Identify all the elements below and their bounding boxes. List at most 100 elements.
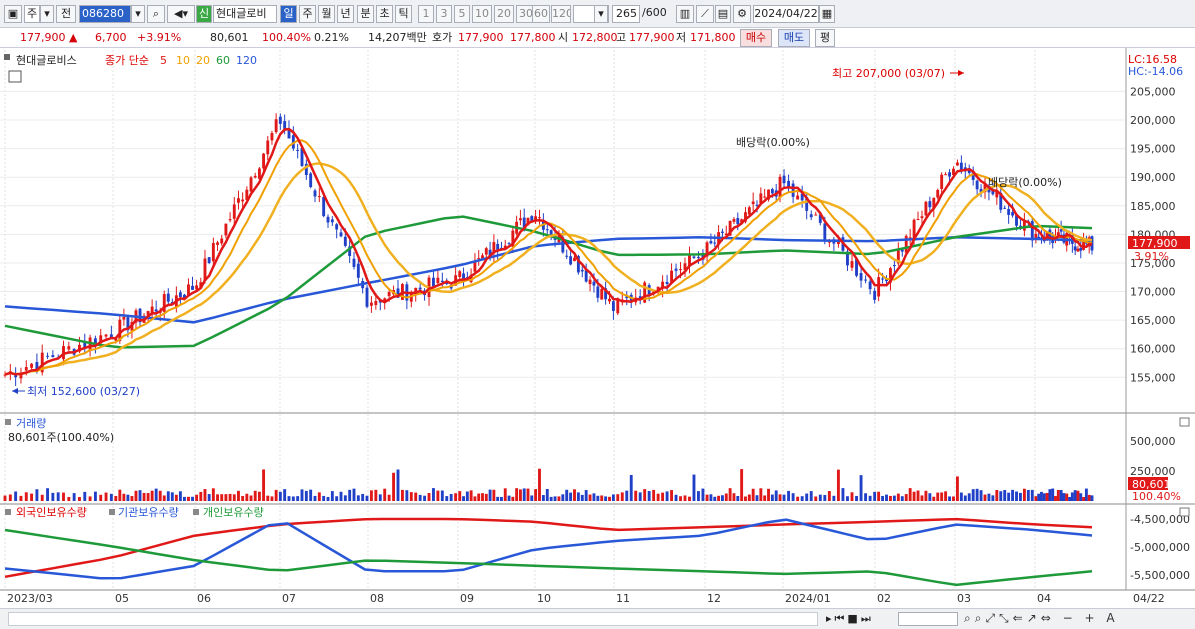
volume-bar	[846, 496, 849, 501]
legend-institution: 기관보유수량	[118, 506, 179, 519]
volume-bar	[51, 492, 55, 501]
volume-bar	[530, 495, 534, 501]
candle-body	[339, 232, 343, 237]
volume-bar	[656, 493, 660, 501]
volume-bar	[904, 494, 908, 501]
volume-bar	[859, 475, 863, 501]
volume-bar	[634, 490, 638, 501]
price-tick: 160,000	[1130, 343, 1176, 356]
volume-bar	[462, 496, 465, 501]
candle-body	[216, 242, 219, 245]
date-tick: 03	[957, 592, 971, 605]
candle-body	[154, 309, 158, 312]
volume-bar	[253, 490, 257, 501]
volume-bar	[1059, 490, 1063, 501]
volume-bar	[569, 492, 573, 501]
volume-bar	[896, 493, 900, 501]
data-table-icon[interactable]	[8, 70, 22, 83]
panel-close-icon[interactable]	[1179, 507, 1190, 517]
ma-label: 종가 단순	[105, 54, 149, 67]
volume-bar	[665, 491, 669, 501]
legend-marker	[4, 54, 10, 60]
volume-bar	[955, 476, 959, 501]
nav-arrows[interactable]: ▸⏮■⏭	[826, 612, 892, 626]
candle-body	[814, 214, 818, 216]
volume-bar	[454, 493, 458, 501]
volume-bar	[616, 494, 620, 501]
candle-body	[232, 204, 236, 219]
volume-bar	[118, 489, 122, 501]
volume-bar	[692, 474, 696, 501]
volume-bar	[369, 490, 373, 501]
volume-bar	[928, 493, 932, 501]
volume-bar	[339, 491, 343, 501]
candle-body	[787, 180, 791, 187]
volume-bar	[877, 491, 881, 501]
zoom-buttons[interactable]: ⌕⌕⤢⤡⇐↗⇔ − + A	[964, 611, 1189, 627]
candle-body	[104, 334, 108, 337]
candle-body	[584, 270, 588, 282]
volume-bar	[561, 494, 565, 501]
candle-body	[573, 257, 576, 262]
volume-bar	[1022, 488, 1026, 501]
zoom-track[interactable]	[898, 612, 958, 626]
candle-body	[507, 242, 511, 244]
volume-bar	[1037, 493, 1041, 501]
volume-bar	[1019, 492, 1022, 501]
volume-bar	[469, 490, 473, 501]
legend-individual: 개인보유수량	[203, 506, 264, 519]
candle-body	[569, 256, 573, 265]
chart-title: 현대글로비스	[16, 54, 77, 67]
volume-bar	[245, 493, 249, 501]
candle-body	[796, 195, 800, 200]
candle-body	[313, 190, 317, 197]
legend-marker	[5, 509, 11, 515]
volume-bar	[755, 495, 759, 501]
volume-bar	[154, 488, 158, 501]
volume-bar	[361, 493, 365, 501]
candle-body	[296, 149, 300, 151]
volume-bar	[207, 494, 211, 501]
volume-bar	[1056, 489, 1060, 501]
legend-marker	[5, 419, 11, 425]
volume-bar	[1003, 490, 1007, 501]
volume-bar	[203, 489, 207, 501]
volume-bar	[178, 491, 182, 501]
candle-body	[270, 133, 274, 141]
candle-body	[975, 180, 979, 190]
volume-bar	[971, 489, 975, 501]
volume-bar	[257, 491, 261, 501]
volume-bar	[592, 493, 596, 501]
volume-bar	[195, 494, 199, 501]
volume-bar	[187, 496, 190, 501]
volume-bar	[534, 489, 538, 501]
volume-bar	[818, 494, 822, 501]
candle-body	[859, 272, 863, 281]
panel-close-icon[interactable]	[1179, 417, 1190, 427]
candle-body	[611, 301, 615, 311]
volume-bar	[191, 496, 194, 501]
volume-bar	[791, 493, 795, 501]
volume-bar	[952, 496, 955, 501]
volume-bar	[484, 493, 488, 501]
volume-bar	[736, 495, 740, 501]
candle-body	[928, 201, 932, 208]
candle-body	[30, 363, 34, 368]
candle-body	[24, 367, 28, 371]
volume-bar	[473, 496, 477, 501]
ma60-legend: 60	[216, 54, 230, 67]
candle-body	[709, 241, 713, 244]
candle-body	[224, 223, 228, 236]
volume-bar	[283, 489, 287, 501]
volume-bar	[232, 494, 236, 501]
volume-tick: 250,000	[1130, 465, 1176, 478]
stock-chart[interactable]: 현대글로비스 종가 단순 5 10 20 60 120 LC:16.58 HC:…	[0, 0, 1195, 608]
volume-bar	[228, 493, 232, 501]
candle-body	[763, 196, 767, 198]
scroll-track[interactable]	[8, 612, 818, 626]
volume-bar	[782, 494, 786, 501]
date-tick: 05	[115, 592, 129, 605]
price-tick: 165,000	[1130, 314, 1176, 327]
volume-bar	[270, 496, 274, 501]
volume-bar	[565, 489, 569, 501]
